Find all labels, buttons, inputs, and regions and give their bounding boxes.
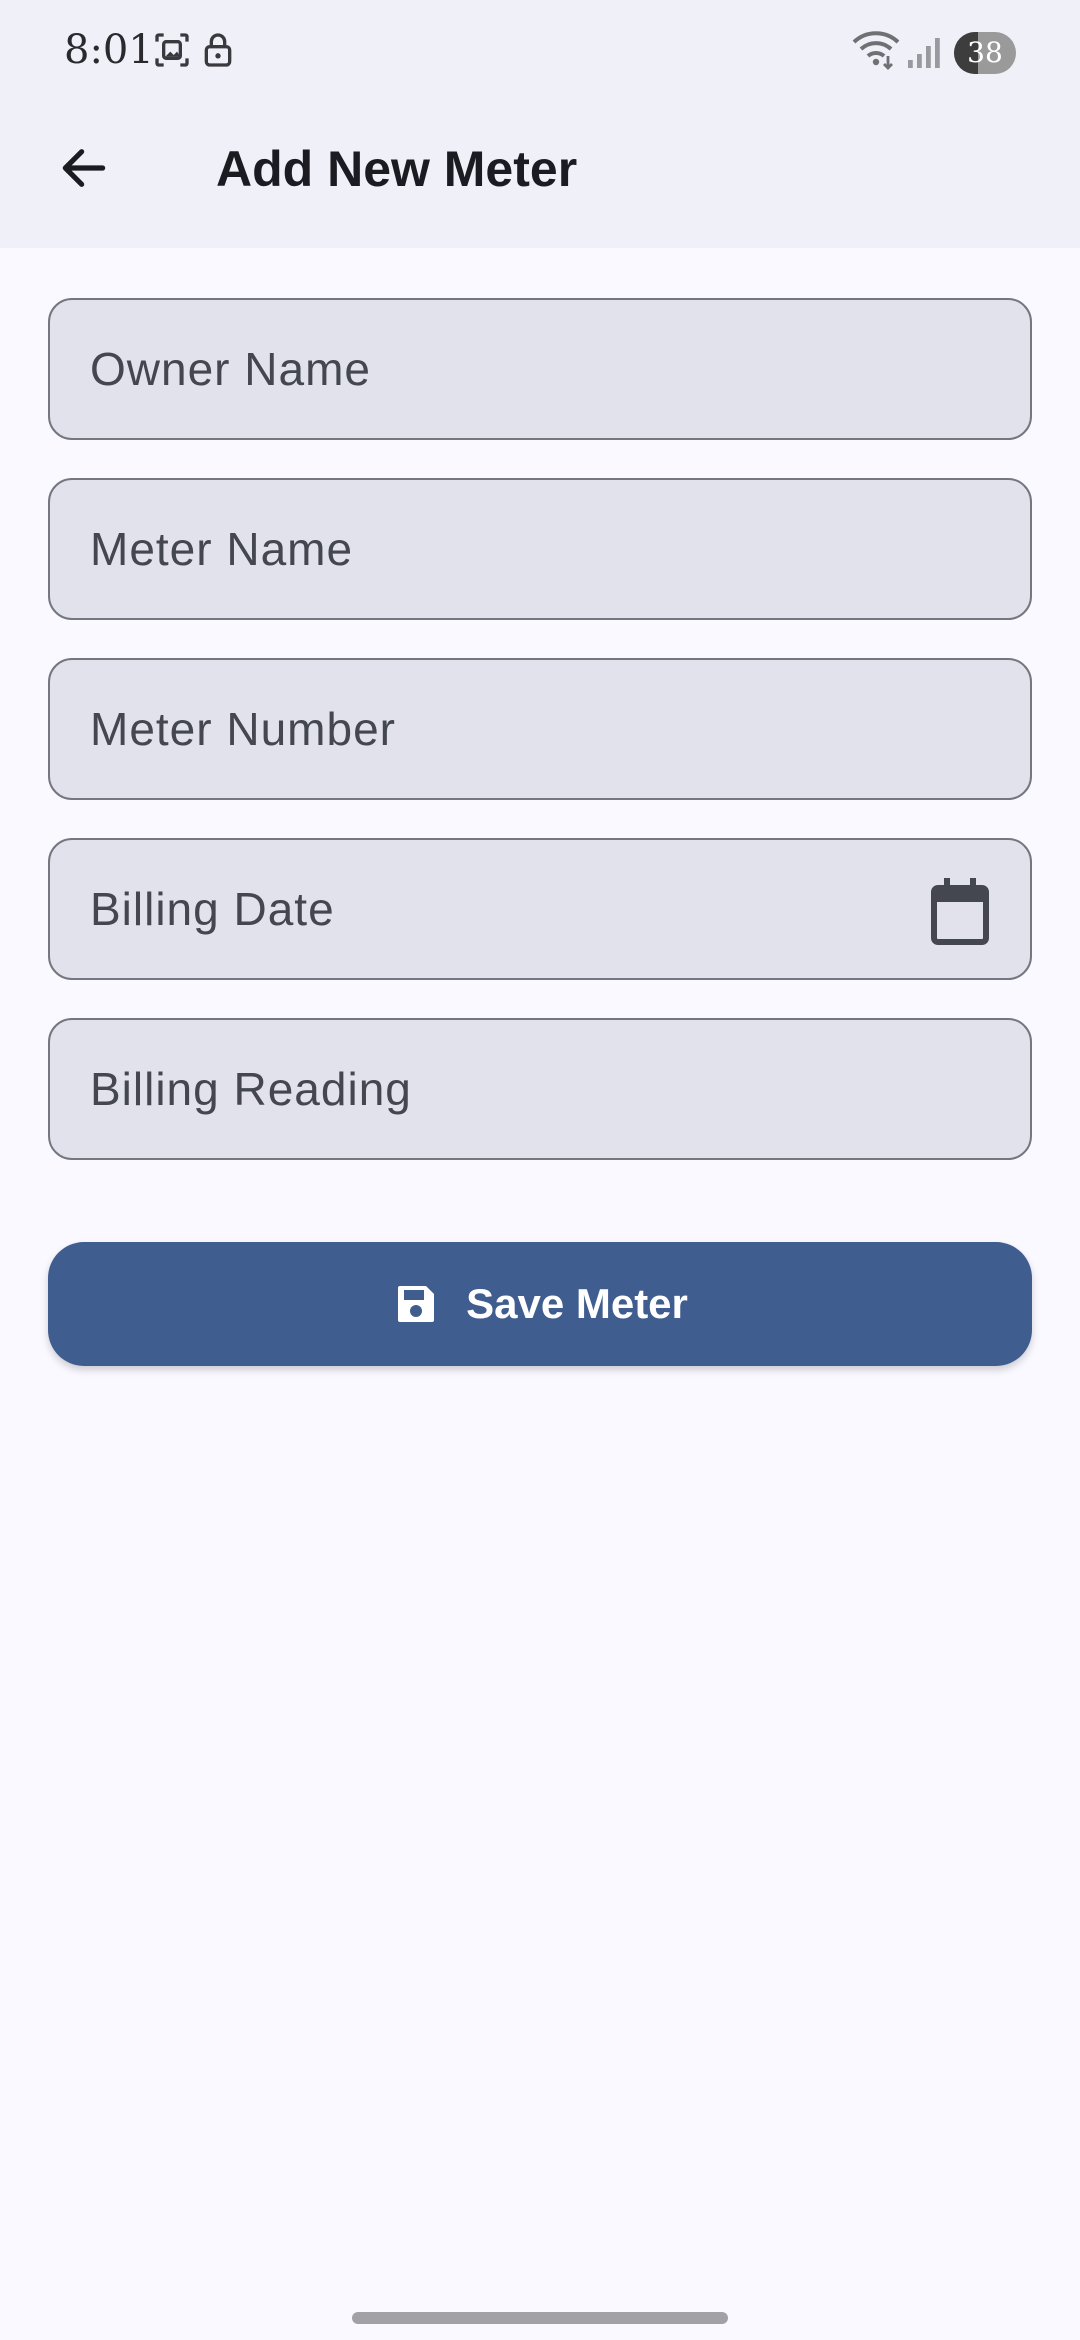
owner-name-input[interactable] [50,300,1030,438]
screen: 8:01 38 Add New Meter Owner Name Meter N… [0,0,1080,2340]
save-icon [392,1280,440,1328]
meter-name-field[interactable] [48,478,1032,620]
meter-form [48,298,1032,1198]
status-time: 8:01 [64,27,154,73]
meter-number-input[interactable] [50,660,1030,798]
billing-reading-field[interactable] [48,1018,1032,1160]
battery-level: 38 [967,36,1003,69]
page-title: Add New Meter [216,141,578,197]
arrow-back-icon [56,140,112,196]
billing-reading-input[interactable] [50,1020,1030,1158]
back-button[interactable] [44,128,124,208]
calendar-icon[interactable] [928,876,992,946]
owner-name-field[interactable] [48,298,1032,440]
save-button-label: Save Meter [466,1280,688,1327]
wifi-icon [852,28,900,76]
status-bar: 8:01 38 [0,0,1080,104]
meter-name-input[interactable] [50,480,1030,618]
lock-icon [198,30,238,74]
battery-indicator: 38 [954,32,1016,74]
billing-date-input[interactable] [50,840,1030,978]
meter-number-field[interactable] [48,658,1032,800]
home-indicator[interactable] [352,2312,728,2324]
screenshot-icon [152,30,192,74]
signal-icon [906,34,942,74]
save-meter-button[interactable]: Save Meter [48,1242,1032,1366]
billing-date-field[interactable] [48,838,1032,980]
app-bar: Add New Meter [0,104,1080,248]
top-area: 8:01 38 Add New Meter [0,0,1080,248]
